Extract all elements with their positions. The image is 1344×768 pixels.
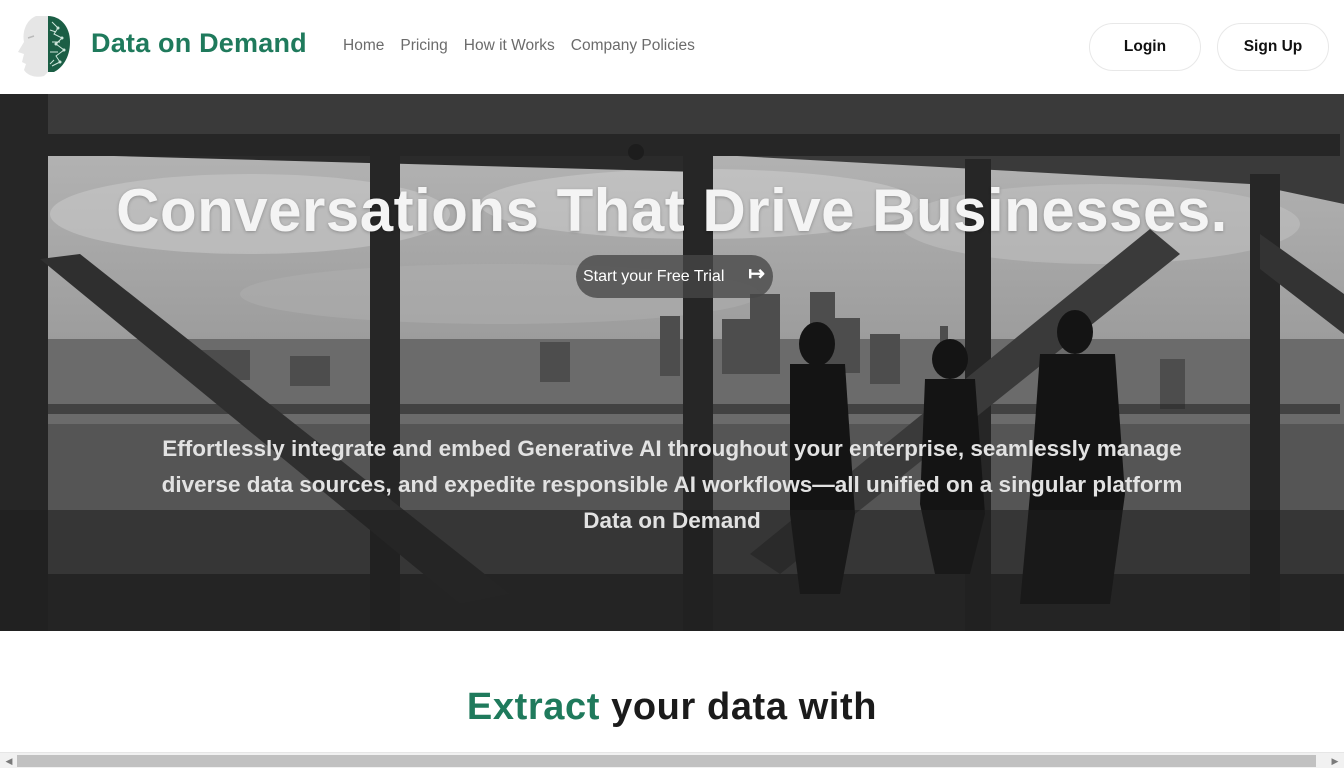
hero-section: Conversations That Drive Businesses. Sta…	[0, 94, 1344, 631]
horizontal-scrollbar[interactable]: ◀ ▶	[0, 752, 1344, 768]
brand-name[interactable]: Data on Demand	[91, 28, 307, 59]
hero-title: Conversations That Drive Businesses.	[116, 177, 1228, 244]
nav-link-company-policies[interactable]: Company Policies	[571, 37, 695, 55]
login-button[interactable]: Login	[1089, 23, 1201, 71]
signup-button[interactable]: Sign Up	[1217, 23, 1329, 71]
start-free-trial-label: Start your Free Trial	[583, 267, 725, 285]
scrollbar-thumb[interactable]	[17, 755, 1316, 767]
scroll-right-icon[interactable]: ▶	[1328, 755, 1342, 767]
main-nav: Home Pricing How it Works Company Polici…	[343, 37, 695, 55]
nav-link-how-it-works[interactable]: How it Works	[464, 37, 555, 55]
nav-link-home[interactable]: Home	[343, 37, 384, 55]
section-heading-accent: Extract	[466, 686, 600, 728]
start-free-trial-button[interactable]: Start your Free Trial ↦	[576, 255, 773, 298]
nav-link-pricing[interactable]: Pricing	[400, 37, 447, 55]
arrow-right-to-bar-icon: ↦	[748, 263, 765, 285]
navbar: Data on Demand Home Pricing How it Works…	[0, 0, 1344, 94]
ai-head-logo-icon[interactable]	[14, 12, 78, 80]
hero-subtitle: Effortlessly integrate and embed Generat…	[161, 436, 1183, 533]
scroll-left-icon[interactable]: ◀	[2, 755, 16, 767]
section-heading: Extract your data with	[0, 686, 1344, 729]
section-heading-rest: your data with	[599, 686, 878, 728]
